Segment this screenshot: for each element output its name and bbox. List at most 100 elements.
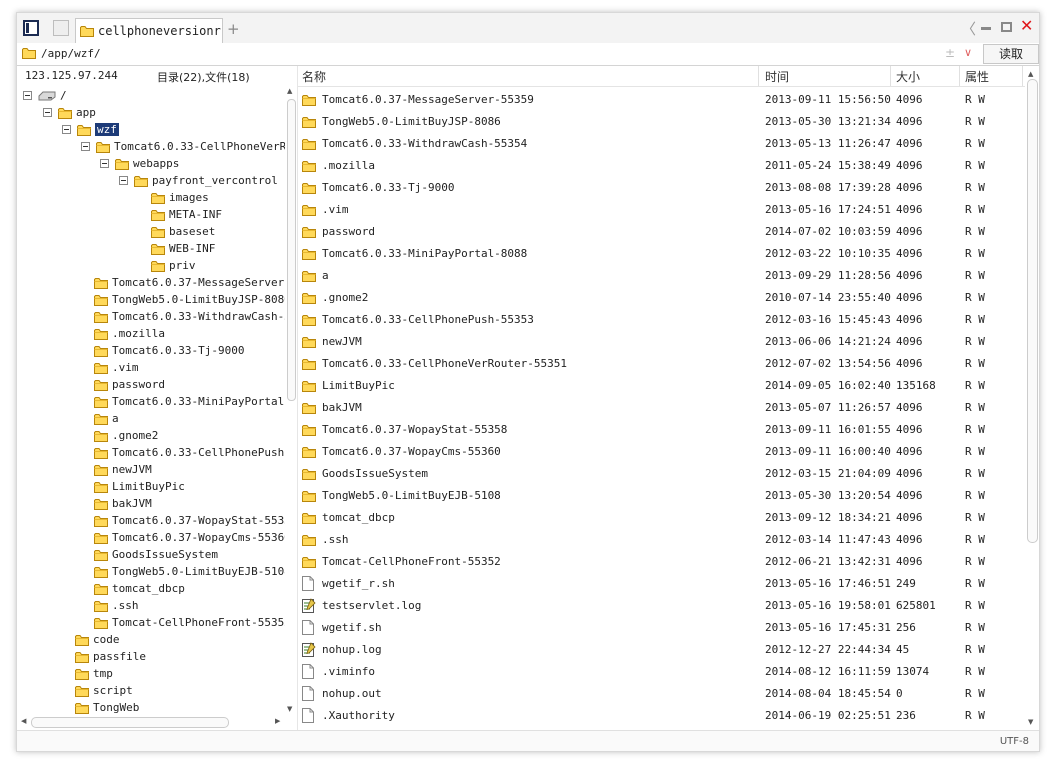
tree-node[interactable]: Tomcat6.0.37-WopayCms-55360 (94, 529, 285, 546)
tree-node[interactable]: .gnome2 (94, 427, 158, 444)
file-row[interactable]: .gnome2 2010-07-14 23:55:40 4096 R W (298, 287, 1025, 309)
tab-cellphoneversion[interactable]: cellphoneversionr... (75, 18, 223, 43)
column-separator[interactable] (890, 66, 891, 86)
collapse-toggle-icon[interactable] (81, 142, 90, 151)
column-separator[interactable] (758, 66, 759, 86)
tree-node[interactable]: password (94, 376, 165, 393)
tree-node[interactable]: priv (151, 257, 196, 274)
tree-node[interactable]: WEB-INF (151, 240, 215, 257)
collapse-toggle-icon[interactable] (100, 159, 109, 168)
file-row[interactable]: Tomcat6.0.37-WopayCms-55360 2013-09-11 16… (298, 441, 1025, 463)
file-row[interactable]: TongWeb5.0-LimitBuyEJB-5108 2013-05-30 13… (298, 485, 1025, 507)
add-tab-button[interactable]: + (227, 20, 240, 38)
tree-node[interactable]: Tomcat6.0.37-WopayStat-55358 (94, 512, 285, 529)
collapse-toggle-icon[interactable] (119, 176, 128, 185)
file-list-vertical-scrollbar[interactable]: ▲ ▼ (1025, 66, 1039, 730)
file-row[interactable]: wgetif_r.sh 2013-05-16 17:46:51 249 R W (298, 573, 1025, 595)
scroll-down-icon[interactable]: ▼ (287, 705, 292, 713)
file-row[interactable]: Tomcat6.0.33-WithdrawCash-55354 2013-05-1… (298, 133, 1025, 155)
file-row[interactable]: .Xauthority 2014-06-19 02:25:51 236 R W (298, 705, 1025, 727)
tree-node[interactable]: Tomcat6.0.33-MiniPayPortal-8 (94, 393, 285, 410)
tree-node[interactable]: Tomcat6.0.33-CellPhoneVerRou (81, 138, 285, 155)
tree-node[interactable]: newJVM (94, 461, 152, 478)
close-icon[interactable]: ✕ (1020, 16, 1033, 35)
file-row[interactable]: Tomcat6.0.37-WopayStat-55358 2013-09-11 1… (298, 419, 1025, 441)
file-row[interactable]: GoodsIssueSystem 2012-03-15 21:04:09 4096 R… (298, 463, 1025, 485)
tree-horizontal-scrollbar[interactable]: ◀ ▶ (17, 715, 285, 729)
file-row[interactable]: bakJVM 2013-05-07 11:26:57 4096 R W (298, 397, 1025, 419)
tree-node[interactable]: Tomcat6.0.33-Tj-9000 (94, 342, 244, 359)
file-row[interactable]: wgetif.sh 2013-05-16 17:45:31 256 R W (298, 617, 1025, 639)
tree-node[interactable]: code (75, 631, 120, 648)
tree-node[interactable]: Tomcat6.0.37-MessageServer-5 (94, 274, 285, 291)
collapse-toggle-icon[interactable] (62, 125, 71, 134)
column-attr[interactable]: 属性 (965, 68, 989, 85)
collapse-toggle-icon[interactable] (43, 108, 52, 117)
tree-node[interactable]: TongWeb5.0-LimitBuyEJB-5108 (94, 563, 285, 580)
tree-node[interactable]: tomcat_dbcp (94, 580, 185, 597)
tree-node[interactable]: .vim (94, 359, 139, 376)
file-row[interactable]: TongWeb5.0-LimitBuyJSP-8086 2013-05-30 13… (298, 111, 1025, 133)
plus-minus-icon[interactable]: ± (945, 46, 955, 60)
tree-node[interactable]: app (43, 104, 96, 121)
scroll-thumb[interactable] (31, 717, 229, 728)
read-button[interactable]: 读取 (983, 44, 1039, 64)
tree-node[interactable]: webapps (100, 155, 179, 172)
scroll-thumb[interactable] (287, 99, 296, 401)
tree-node[interactable]: tmp (75, 665, 113, 682)
tree-node[interactable]: images (151, 189, 209, 206)
file-row[interactable]: Tomcat6.0.37-MessageServer-55359 2013-09-… (298, 89, 1025, 111)
maximize-icon[interactable] (1001, 22, 1012, 32)
file-row[interactable]: .ssh 2012-03-14 11:47:43 4096 R W (298, 529, 1025, 551)
encoding-label[interactable]: UTF-8 (1000, 736, 1029, 747)
collapse-toggle-icon[interactable] (23, 91, 32, 100)
column-size[interactable]: 大小 (896, 68, 920, 85)
file-row[interactable]: Tomcat6.0.33-MiniPayPortal-8088 2012-03-2… (298, 243, 1025, 265)
scroll-right-icon[interactable]: ▶ (275, 717, 280, 725)
tree-node[interactable]: wzf (62, 121, 119, 138)
file-row[interactable]: Tomcat6.0.33-Tj-9000 2013-08-08 17:39:28 4… (298, 177, 1025, 199)
scroll-left-icon[interactable]: ◀ (21, 717, 26, 725)
file-row[interactable]: tomcat_dbcp 2013-09-12 18:34:21 4096 R W (298, 507, 1025, 529)
tree-node[interactable]: TongWeb5.0-LimitBuyJSP-8086 (94, 291, 285, 308)
scroll-up-icon[interactable]: ▲ (1028, 70, 1033, 78)
new-window-icon[interactable] (53, 20, 69, 36)
tree-node[interactable]: payfront_vercontrol (119, 172, 278, 189)
column-time[interactable]: 时间 (765, 68, 789, 85)
tree-node[interactable]: TongWeb (75, 699, 139, 716)
tree-node[interactable]: LimitBuyPic (94, 478, 185, 495)
tree-node[interactable]: GoodsIssueSystem (94, 546, 218, 563)
tree-node[interactable]: .ssh (94, 597, 139, 614)
file-row[interactable]: nohup.out 2014-08-04 18:45:54 0 R W (298, 683, 1025, 705)
tree-node[interactable]: META-INF (151, 206, 222, 223)
tree-vertical-scrollbar[interactable]: ▲ ▼ (285, 87, 297, 719)
file-row[interactable]: .vim 2013-05-16 17:24:51 4096 R W (298, 199, 1025, 221)
tree-node[interactable]: / (23, 87, 67, 104)
scroll-down-icon[interactable]: ▼ (1028, 718, 1033, 726)
file-row[interactable]: a 2013-09-29 11:28:56 4096 R W (298, 265, 1025, 287)
column-separator[interactable] (1022, 66, 1023, 86)
file-row[interactable]: .mozilla 2011-05-24 15:38:49 4096 R W (298, 155, 1025, 177)
tree-node[interactable]: passfile (75, 648, 146, 665)
sidebar-toggle-icon[interactable] (23, 20, 39, 36)
file-row[interactable]: password 2014-07-02 10:03:59 4096 R W (298, 221, 1025, 243)
column-separator[interactable] (959, 66, 960, 86)
back-icon[interactable]: 〈 (961, 18, 976, 39)
file-row[interactable]: Tomcat-CellPhoneFront-55352 2012-06-21 13… (298, 551, 1025, 573)
file-row[interactable]: testservlet.log 2013-05-16 19:58:01 625801… (298, 595, 1025, 617)
tree-node[interactable]: script (75, 682, 133, 699)
minimize-icon[interactable] (981, 27, 991, 30)
scroll-up-icon[interactable]: ▲ (287, 87, 292, 95)
tree-node[interactable]: baseset (151, 223, 215, 240)
scroll-thumb[interactable] (1027, 79, 1038, 543)
tree-node[interactable]: a (94, 410, 119, 427)
file-row[interactable]: Tomcat6.0.33-CellPhonePush-55353 2012-03-… (298, 309, 1025, 331)
tree-node[interactable]: bakJVM (94, 495, 152, 512)
tree-node[interactable]: Tomcat6.0.33-WithdrawCash-55 (94, 308, 285, 325)
file-row[interactable]: .viminfo 2014-08-12 16:11:59 13074 R W (298, 661, 1025, 683)
file-row[interactable]: nohup.log 2012-12-27 22:44:34 45 R W (298, 639, 1025, 661)
file-row[interactable]: Tomcat6.0.33-CellPhoneVerRouter-55351 201… (298, 353, 1025, 375)
tree-node[interactable]: Tomcat6.0.33-CellPhonePush-5 (94, 444, 285, 461)
column-name[interactable]: 名称 (302, 68, 326, 85)
tree-node[interactable]: .mozilla (94, 325, 165, 342)
